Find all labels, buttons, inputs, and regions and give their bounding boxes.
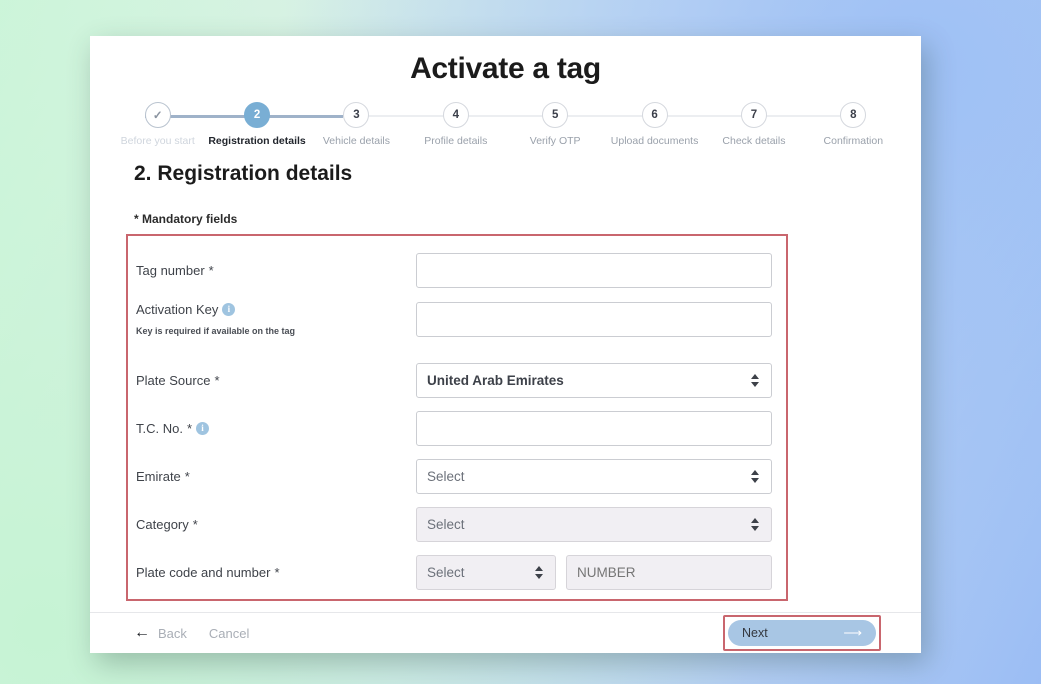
step-label-6: Upload documents [610,135,699,147]
plate-code-number-group: Select [416,554,772,590]
label-text: Category [136,516,189,532]
plate-source-select[interactable]: United Arab Emirates [416,362,772,398]
label-plate-code-and-number: Plate code and number * [136,565,416,580]
category-value: Select [427,516,465,532]
section-heading: 2. Registration details [134,162,353,185]
label-activation-key: Activation Key i [136,302,416,317]
arrow-right-icon: ⟶ [843,625,862,640]
field-label-wrap: Emirate * [136,469,416,484]
field-row-tc-no: T.C. No. * i [128,404,786,452]
step-label-5: Verify OTP [529,135,581,147]
label-text: Emirate [136,468,181,484]
chevron-updown-icon [751,373,759,387]
back-button[interactable]: Back [158,626,187,641]
field-label-wrap: Category * [136,517,416,532]
required-marker: * [184,468,190,484]
step-circle-4: 4 [442,102,469,128]
field-row-tag-number: Tag number * [128,246,786,294]
step-upload-documents[interactable]: 6 Upload documents [542,102,704,147]
step-label-1: Before you start [120,135,195,147]
step-circle-2: 2 [244,102,271,128]
info-icon[interactable]: i [222,303,236,316]
field-label-wrap: T.C. No. * i [136,421,416,436]
category-select[interactable]: Select [416,506,772,542]
activation-key-input[interactable] [416,302,772,337]
chevron-updown-icon [751,469,759,483]
label-plate-source: Plate Source * [136,373,416,388]
back-arrow-icon: ← [134,624,150,641]
next-button[interactable]: Next ⟶ [728,620,876,646]
field-label-wrap: Tag number * [136,263,416,278]
required-marker: * [208,262,214,278]
label-text: T.C. No. [136,420,183,436]
page-title: Activate a tag [410,52,601,85]
label-text: Activation Key [136,302,219,317]
emirate-select[interactable]: Select [416,458,772,494]
step-label-7: Check details [722,135,786,147]
step-circle-8: 8 [840,102,867,128]
field-label-wrap: Plate code and number * [136,565,416,580]
step-circle-7: 7 [740,102,767,128]
tc-no-input[interactable] [416,410,772,446]
step-circle-5: 5 [542,102,569,128]
label-emirate: Emirate * [136,469,416,484]
field-row-activation-key: Activation Key i Key is required if avai… [128,294,786,356]
step-circle-3: 3 [343,102,370,128]
step-label-4: Profile details [424,135,488,147]
label-tc-no: T.C. No. * i [136,421,416,436]
step-verify-otp[interactable]: 5 Verify OTP [442,102,605,147]
emirate-value: Select [427,468,465,484]
step-label-8: Confirmation [823,135,884,147]
plate-source-value: United Arab Emirates [427,372,564,388]
required-marker: * [274,564,280,580]
field-row-category: Category * Select [128,500,786,548]
required-marker: * [214,372,220,388]
step-circle-6: 6 [641,102,668,128]
footer-left-actions: ← Back Cancel [134,625,249,641]
next-button-highlight: Next ⟶ [723,615,881,651]
activation-key-hint: Key is required if available on the tag [136,326,296,336]
required-marker: * [186,420,193,436]
chevron-updown-icon [535,565,543,579]
progress-stepper: ✓ Before you start 2 Registration detail… [90,102,921,158]
step-label-3: Vehicle details [322,135,390,147]
step-vehicle-details[interactable]: 3 Vehicle details [244,102,406,147]
step-label-2: Registration details [208,135,306,147]
mandatory-fields-note: * Mandatory fields [134,212,238,226]
step-check-details[interactable]: 7 Check details [641,102,803,147]
plate-code-value: Select [427,564,465,580]
next-button-label: Next [742,626,768,640]
registration-form-highlight: Tag number * Activation Key i Key is req… [126,234,788,601]
label-text: Plate code and number [136,564,271,580]
required-marker: * [192,516,198,532]
plate-number-input[interactable] [566,554,772,590]
field-row-plate-source: Plate Source * United Arab Emirates [128,356,786,404]
plate-code-select[interactable]: Select [416,554,556,590]
label-category: Category * [136,517,416,532]
field-label-wrap: Plate Source * [136,373,416,388]
chevron-updown-icon [751,517,759,531]
field-row-emirate: Emirate * Select [128,452,786,500]
form-footer: ← Back Cancel Next ⟶ [90,612,921,653]
label-tag-number: Tag number * [136,263,416,278]
field-label-wrap: Activation Key i Key is required if avai… [136,302,416,336]
step-before-you-start[interactable]: ✓ Before you start [108,102,207,147]
field-row-plate-code-and-number: Plate code and number * Select [128,548,786,596]
info-icon[interactable]: i [196,421,210,435]
tag-number-input[interactable] [416,252,772,288]
step-profile-details[interactable]: 4 Profile details [343,102,505,147]
activation-card: Activate a tag ✓ Before you start 2 Regi… [90,36,921,653]
step-registration-details[interactable]: 2 Registration details [144,102,306,147]
step-circle-1: ✓ [144,102,171,128]
step-confirmation[interactable]: 8 Confirmation [740,102,903,147]
label-text: Plate Source [136,372,211,388]
cancel-button[interactable]: Cancel [209,626,249,641]
label-text: Tag number [136,262,205,278]
